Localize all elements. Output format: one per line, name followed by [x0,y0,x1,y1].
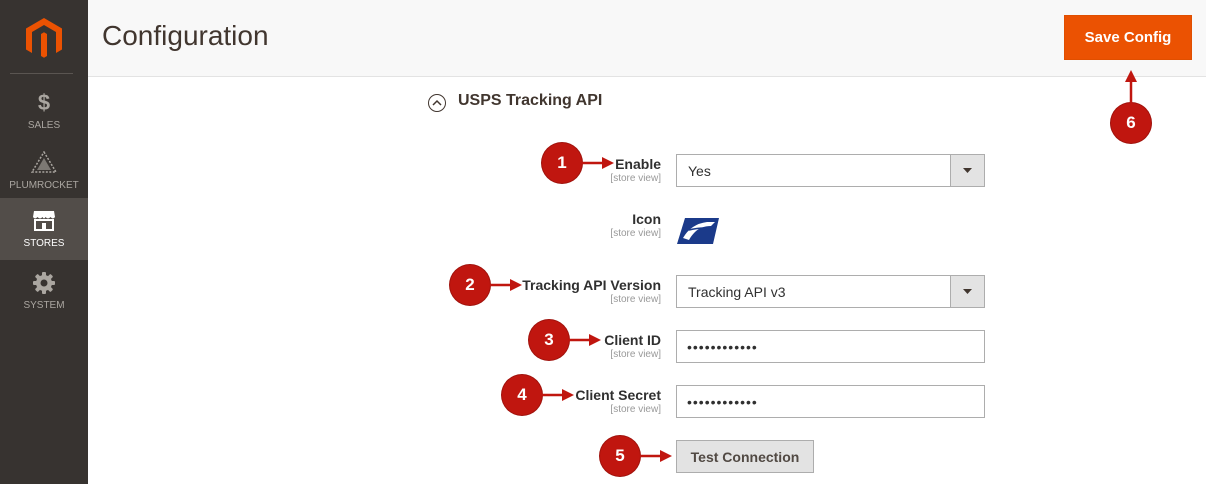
page-header: Configuration Save Config [88,0,1206,77]
magento-logo-icon [26,18,62,58]
store-icon [0,209,88,233]
client-id-label: Client ID [store view] [261,332,661,360]
arrow-icon [640,450,672,462]
scope-label: [store view] [610,349,661,360]
arrow-icon [490,279,522,291]
step-marker-2: 2 [450,265,490,305]
save-config-button[interactable]: Save Config [1064,15,1192,60]
sidebar-item-label: PLUMROCKET [9,180,79,191]
collapse-chevron-icon[interactable] [428,94,446,112]
sidebar-item-sales[interactable]: $ SALES [0,80,88,142]
sidebar-item-system[interactable]: SYSTEM [0,260,88,322]
dollar-icon: $ [37,90,51,115]
section-title: USPS Tracking API [458,92,603,109]
sidebar-divider [10,73,73,74]
client-secret-field[interactable] [676,385,985,418]
gear-icon [0,271,88,295]
field-label: Client ID [604,332,661,348]
dropdown-arrow-icon [950,155,984,186]
page-title: Configuration [102,20,269,51]
scope-label: [store view] [610,404,661,415]
client-secret-label: Client Secret [store view] [261,387,661,415]
step-marker-1: 1 [542,143,582,183]
admin-sidebar: $ SALES PLUMROCKET STORES SYSTEM [0,0,88,484]
step-marker-6: 6 [1111,103,1151,143]
sidebar-item-stores[interactable]: STORES [0,198,88,260]
arrow-icon [582,157,614,169]
select-value: Tracking API v3 [688,284,786,300]
step-marker-5: 5 [600,436,640,476]
field-label: Client Secret [575,387,661,403]
arrow-icon [569,334,601,346]
test-connection-button[interactable]: Test Connection [676,440,814,473]
step-marker-4: 4 [502,375,542,415]
sidebar-item-plumrocket[interactable]: PLUMROCKET [0,140,88,202]
icon-label: Icon [store view] [261,211,661,239]
arrow-icon [542,389,574,401]
arrow-icon [1125,70,1137,104]
sidebar-item-label: SYSTEM [23,300,65,311]
step-marker-3: 3 [529,320,569,360]
tracking-api-version-select[interactable]: Tracking API v3 [676,275,985,308]
sidebar-item-label: STORES [23,238,65,249]
sidebar-item-label: SALES [27,120,61,131]
scope-label: [store view] [610,228,661,239]
scope-label: [store view] [610,173,661,184]
client-id-field[interactable] [676,330,985,363]
usps-eagle-icon [677,216,719,251]
field-label: Icon [632,211,661,227]
select-value: Yes [688,163,711,179]
plumrocket-icon [0,150,88,175]
magento-logo[interactable] [0,0,88,74]
dropdown-arrow-icon [950,276,984,307]
enable-select[interactable]: Yes [676,154,985,187]
